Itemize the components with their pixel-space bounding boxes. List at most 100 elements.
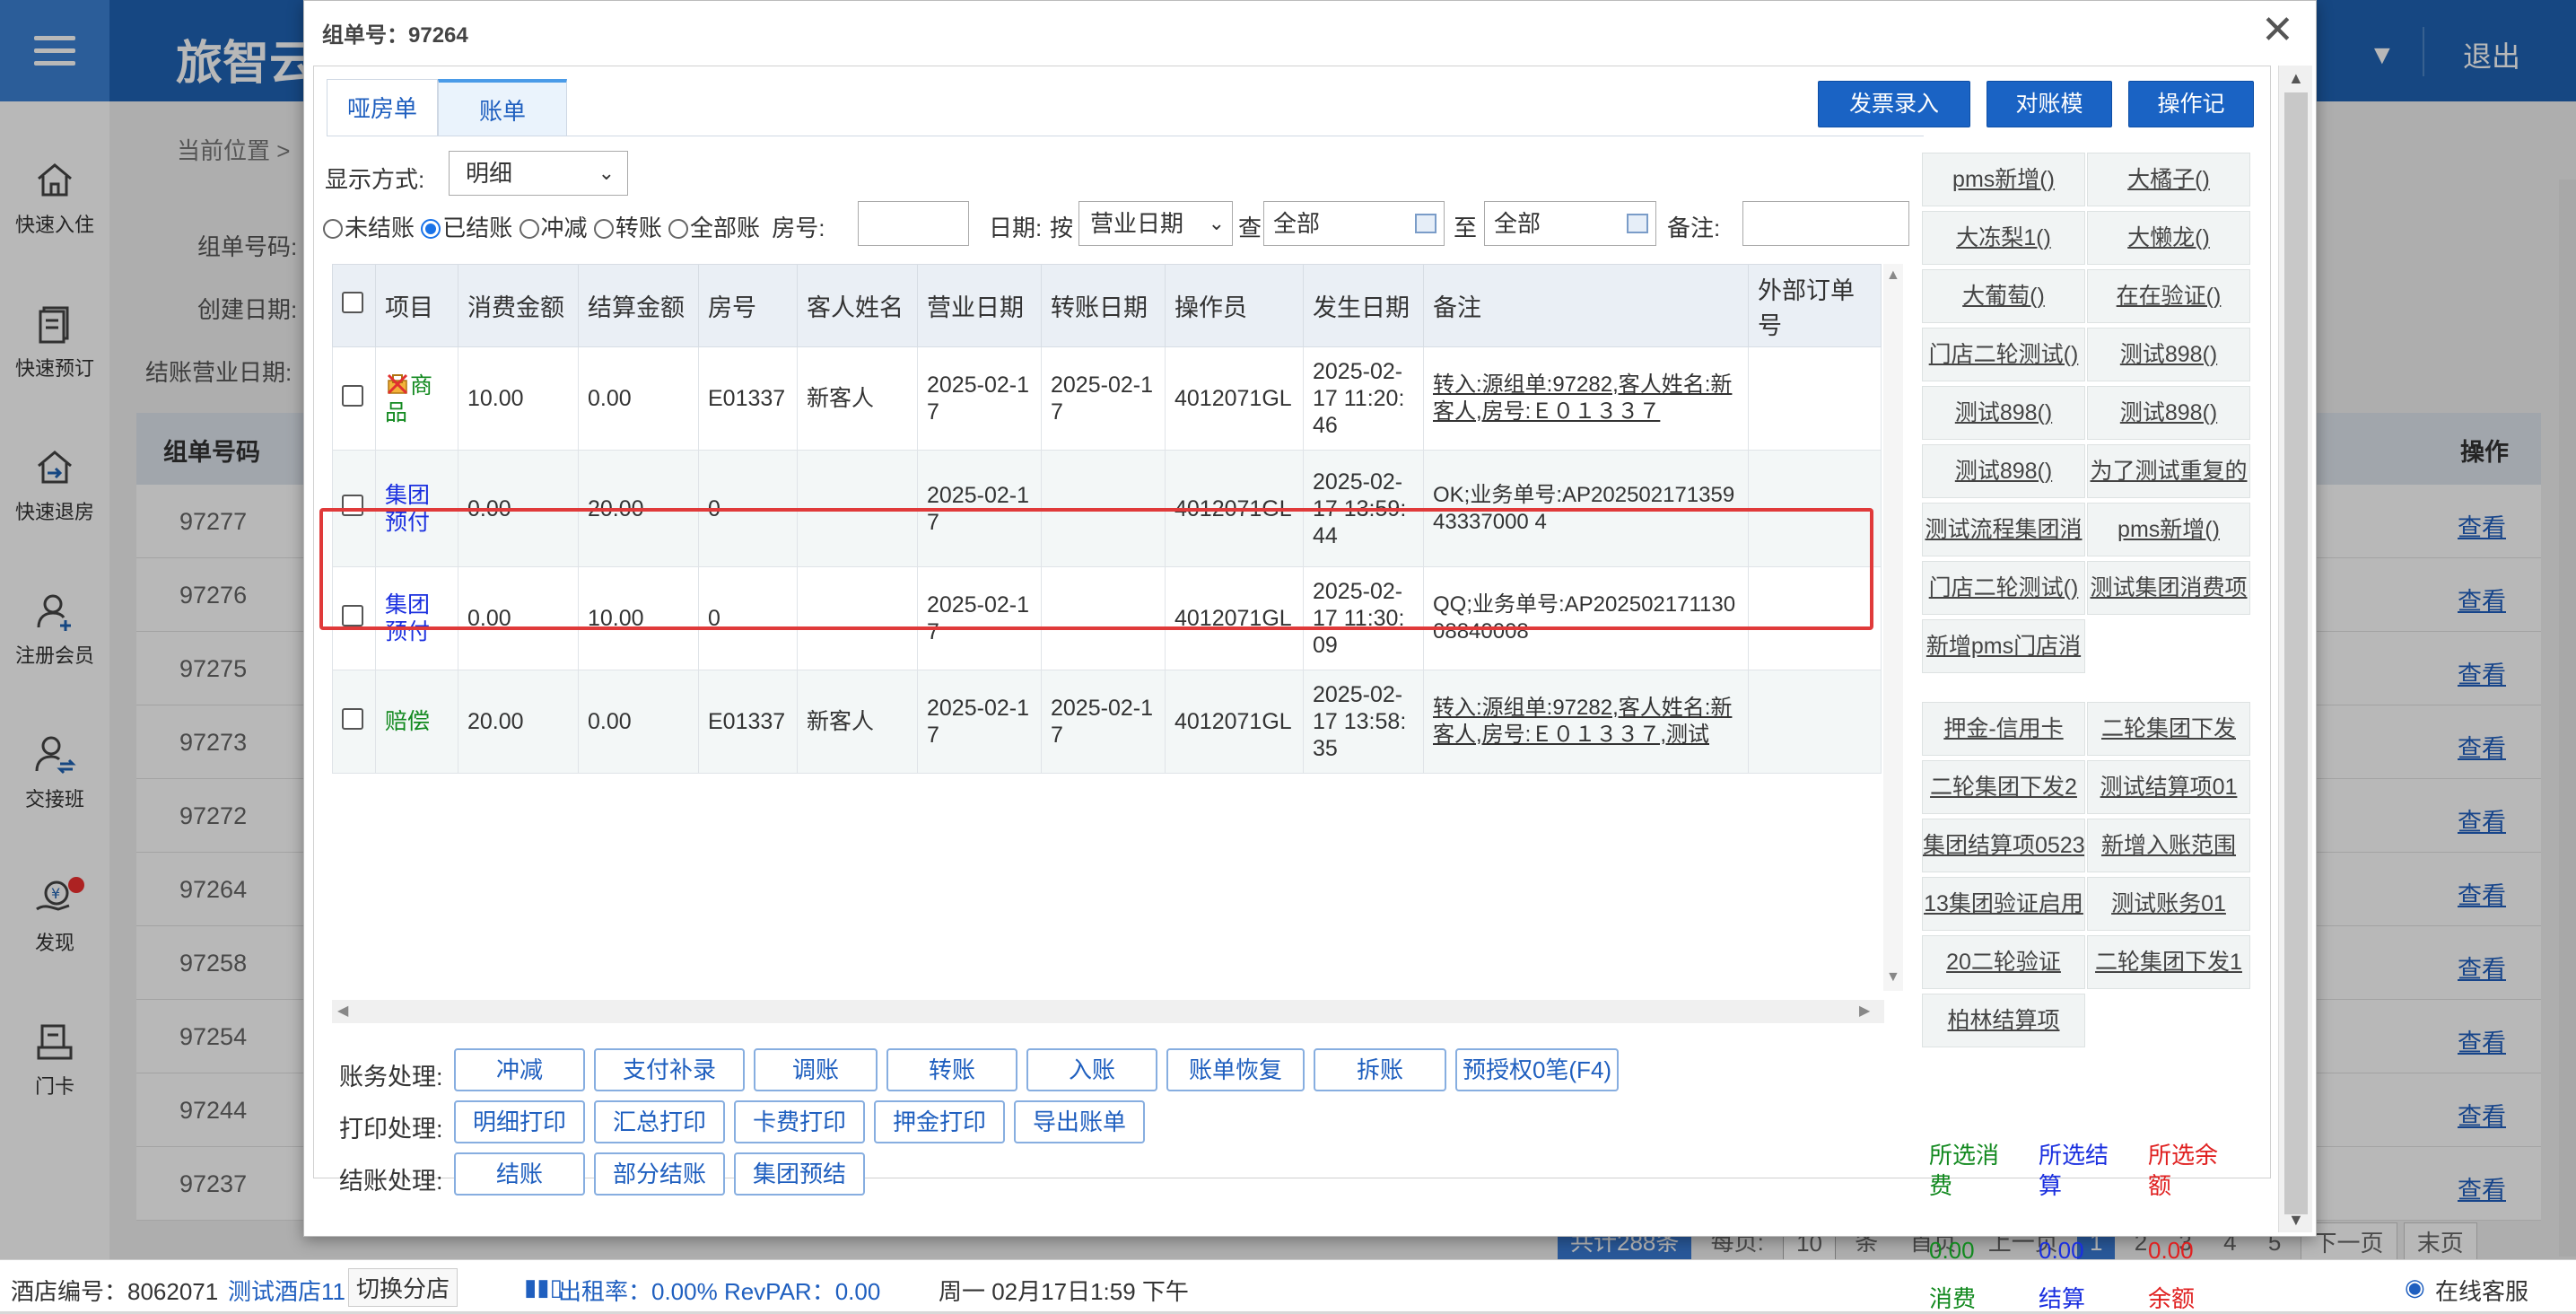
dialog-scrollbar[interactable]: ▲ ▼ — [2278, 66, 2312, 1232]
billing-item[interactable]: pms新增() — [2087, 503, 2250, 556]
scroll-thumb[interactable] — [2284, 92, 2308, 1214]
online-support-link[interactable]: 在线客服 — [2435, 1274, 2528, 1307]
row-select-cell[interactable] — [332, 450, 376, 567]
deposit-print-button[interactable]: 押金打印 — [874, 1100, 1005, 1143]
bill-restore-button[interactable]: 账单恢复 — [1166, 1048, 1305, 1091]
partial-checkout-button[interactable]: 部分结账 — [594, 1152, 725, 1196]
radio-all[interactable]: 全部账 — [668, 215, 760, 241]
tab-bill[interactable]: 账单 — [438, 79, 567, 136]
radio-offset[interactable]: 冲减 — [519, 215, 588, 241]
row-checkbox[interactable] — [342, 707, 363, 730]
display-mode-select[interactable]: 明细 ⌄ — [449, 151, 628, 196]
detail-print-button[interactable]: 明细打印 — [454, 1100, 585, 1143]
billing-item[interactable]: 为了测试重复的 — [2087, 444, 2250, 498]
settlement-item[interactable]: 新增入账范围 — [2087, 819, 2250, 872]
remark-link[interactable]: 转入:源组单:97282,客人姓名:新客人,房号:Ｅ０１３３７ — [1433, 372, 1732, 424]
table-row[interactable]: 商品 10.00 0.00 E01337 新客人 2025-02-17 2025-02-17… — [332, 346, 1882, 451]
billing-item[interactable]: 大懒龙() — [2087, 211, 2250, 265]
transfer-button[interactable]: 转账 — [886, 1048, 1017, 1091]
radio-button[interactable] — [668, 219, 688, 239]
card-fee-print-button[interactable]: 卡费打印 — [734, 1100, 865, 1143]
scroll-left-icon[interactable]: ◀ — [337, 1000, 348, 1023]
adjust-button[interactable]: 调账 — [754, 1048, 878, 1091]
billing-item[interactable]: 大橘子() — [2087, 153, 2250, 206]
settlement-item[interactable]: 13集团验证启用 — [1922, 877, 2085, 931]
calendar-icon[interactable] — [1415, 214, 1436, 233]
pre-auth-button[interactable]: 预授权0笔(F4) — [1455, 1048, 1619, 1091]
close-icon[interactable]: ✕ — [2261, 8, 2294, 53]
row-checkbox[interactable] — [342, 384, 363, 407]
date-label: 日期: — [989, 215, 1043, 241]
table-row[interactable]: 集团预付 0.00 10.00 0 2025-02-17 4012071GL 2025-02… — [332, 566, 1882, 670]
hotel-name-link[interactable]: 测试酒店11 — [228, 1274, 345, 1307]
date-to-input[interactable]: 全部 — [1484, 201, 1656, 246]
table-row[interactable]: 赔偿 20.00 0.00 E01337 新客人 2025-02-17 2025-02-17… — [332, 670, 1882, 774]
radio-button[interactable] — [519, 219, 539, 239]
invoice-entry-button[interactable]: 发票录入(0) — [1818, 81, 1970, 162]
display-mode-label: 显示方式: — [325, 166, 425, 193]
payment-supplement-button[interactable]: 支付补录 — [594, 1048, 745, 1091]
guest-cell: 新客人 — [797, 670, 918, 774]
billing-item[interactable]: 大葡萄() — [1922, 269, 2085, 323]
radio-transfer[interactable]: 转账 — [593, 215, 662, 241]
scroll-down-icon[interactable]: ▼ — [2288, 1211, 2304, 1230]
remark-link[interactable]: 转入:源组单:97282,客人姓名:新客人,房号:Ｅ０１３３７,测试 — [1433, 696, 1732, 747]
billing-item[interactable]: 测试898() — [1922, 444, 2085, 498]
select-all-cell[interactable] — [332, 264, 376, 347]
settlement-item[interactable]: 柏林结算项 — [1922, 994, 2085, 1047]
post-entry-button[interactable]: 入账 — [1026, 1048, 1157, 1091]
date-from-input[interactable]: 全部 — [1263, 201, 1445, 246]
settlement-item[interactable]: 二轮集团下发1 — [2087, 935, 2250, 989]
date-type-select[interactable]: 营业日期 ⌄ — [1078, 201, 1233, 246]
radio-button[interactable] — [421, 219, 441, 239]
billing-item[interactable]: 测试898() — [1922, 386, 2085, 440]
checkout-button[interactable]: 结账 — [454, 1152, 585, 1196]
billing-item[interactable]: 门店二轮测试() — [1922, 328, 2085, 381]
room-input[interactable] — [858, 201, 969, 246]
tab-dummy-room[interactable]: 哑房单 — [327, 79, 438, 136]
settlement-item[interactable]: 二轮集团下发2 — [1922, 760, 2085, 814]
split-bill-button[interactable]: 拆账 — [1314, 1048, 1446, 1091]
export-bill-button[interactable]: 导出账单 — [1014, 1100, 1145, 1143]
row-checkbox[interactable] — [342, 604, 363, 626]
row-checkbox[interactable] — [342, 495, 363, 516]
row-select-cell[interactable] — [332, 566, 376, 670]
billing-item[interactable]: 测试流程集团消 — [1922, 503, 2085, 556]
billing-item[interactable]: 在在验证() — [2087, 269, 2250, 323]
table-row[interactable]: 集团预付 0.00 20.00 0 2025-02-17 4012071GL 2025-02… — [332, 450, 1882, 567]
scroll-right-icon[interactable]: ▶ — [1859, 1000, 1870, 1023]
summary-print-button[interactable]: 汇总打印 — [594, 1100, 725, 1143]
reconcile-mode-button[interactable]: 对账模式 — [1987, 81, 2112, 162]
settlement-item[interactable]: 押金-信用卡 — [1922, 702, 2085, 756]
select-all-checkbox[interactable] — [342, 292, 363, 313]
radio-settled[interactable]: 已结账 — [421, 215, 512, 241]
group-pre-settle-button[interactable]: 集团预结 — [734, 1152, 865, 1196]
settlement-item[interactable]: 集团结算项0523 — [1922, 819, 2085, 872]
billing-item[interactable]: 新增pms门店消 — [1922, 619, 2085, 673]
settlement-item[interactable]: 测试账务01 — [2087, 877, 2250, 931]
billing-item[interactable]: 大冻梨1() — [1922, 211, 2085, 265]
table-vertical-scrollbar[interactable]: ▲ ▼ — [1883, 264, 1903, 991]
billing-item[interactable]: 测试898() — [2087, 328, 2250, 381]
table-horizontal-scrollbar[interactable]: ◀ ▶ — [332, 1000, 1884, 1023]
billing-item[interactable]: 门店二轮测试() — [1922, 561, 2085, 615]
remark-input[interactable] — [1742, 201, 1909, 246]
billing-item[interactable]: 测试集团消费项 — [2087, 561, 2250, 615]
settlement-item[interactable]: 二轮集团下发 — [2087, 702, 2250, 756]
scroll-down-icon[interactable]: ▼ — [1886, 969, 1900, 986]
settlement-item[interactable]: 20二轮验证 — [1922, 935, 2085, 989]
calendar-icon[interactable] — [1627, 214, 1648, 233]
settlement-item[interactable]: 测试结算项01 — [2087, 760, 2250, 814]
offset-button[interactable]: 冲减 — [454, 1048, 585, 1091]
operation-log-button[interactable]: 操作记录 — [2128, 81, 2254, 162]
radio-button[interactable] — [323, 219, 343, 239]
row-select-cell[interactable] — [332, 346, 376, 451]
radio-unsettled[interactable]: 未结账 — [323, 215, 415, 241]
row-select-cell[interactable] — [332, 670, 376, 774]
billing-item[interactable]: pms新增() — [1922, 153, 2085, 206]
scroll-up-icon[interactable]: ▲ — [1886, 267, 1900, 284]
billing-item[interactable]: 测试898() — [2087, 386, 2250, 440]
switch-branch-button[interactable]: 切换分店 — [348, 1268, 458, 1307]
scroll-up-icon[interactable]: ▲ — [2288, 69, 2304, 88]
radio-button[interactable] — [593, 219, 614, 239]
